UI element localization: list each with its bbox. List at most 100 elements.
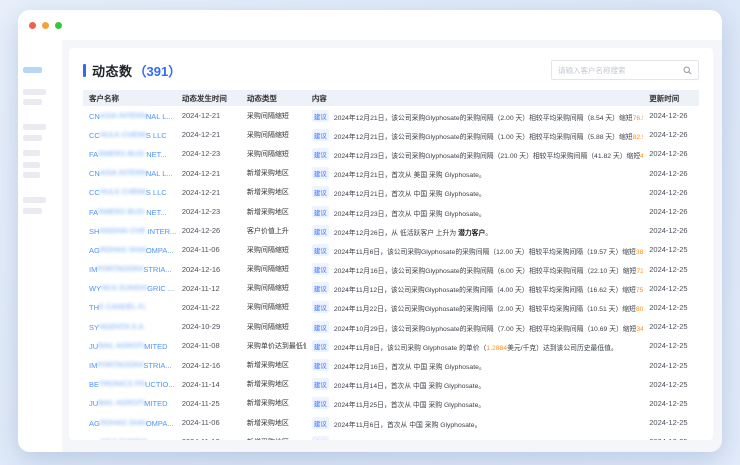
customer-name-link[interactable]: WYNCA SUNSHINE AGRIC ... [83, 279, 176, 298]
suggestion-badge[interactable]: 建议 [312, 167, 329, 179]
customer-name-prefix: WY [89, 284, 101, 293]
customer-name-masked: BAIL AGROTEC LI [98, 341, 144, 351]
event-type: 新增采购地区 [241, 413, 306, 432]
update-date: 2024-12-26 [643, 164, 699, 183]
content-segment: 49.79% [640, 153, 643, 160]
dynamics-table: 客户名称 动态发生时间 动态类型 内容 更新时间 CNASIA INTERNAT… [83, 90, 699, 440]
customer-name-suffix: NAL L... [146, 169, 173, 178]
customer-name-link[interactable]: CNASIA INTERNATIONAL L... [83, 164, 176, 183]
event-content: 建议2024年12月16日，该公司采购Glyphosate的采购间隔（6.00 … [306, 260, 643, 279]
customer-name-masked: PORTADORA INDU [97, 360, 143, 370]
title-accent-bar [83, 64, 86, 77]
customer-name-link[interactable]: AGROHAS SHANG COMPA... [83, 240, 176, 259]
window-titlebar [18, 10, 722, 40]
content-segment: 1.2884 [486, 345, 507, 352]
customer-name-link[interactable]: JUBAIL AGROTEC LIMITED [83, 394, 176, 413]
suggestion-badge[interactable]: 建议 [312, 110, 329, 122]
customer-name-suffix: OMPA... [146, 419, 174, 428]
suggestion-badge[interactable]: 建议 [312, 148, 329, 160]
event-date: 2024-11-06 [176, 240, 241, 259]
customer-name-suffix: STRIA... [143, 361, 171, 370]
customer-name-link[interactable]: AGROHAS SHANG COMPA... [83, 413, 176, 432]
suggestion-badge[interactable]: 建议 [312, 359, 329, 371]
suggestion-badge[interactable]: 建议 [312, 340, 329, 352]
table-row: AGROHAS SHANG COMPA...2024-11-06采购间隔缩短建议… [83, 240, 699, 259]
sidebar-item[interactable] [23, 162, 40, 168]
sidebar-item-active[interactable] [23, 67, 42, 73]
search-icon[interactable] [683, 66, 692, 75]
update-date: 2024-12-25 [643, 336, 699, 355]
customer-name-link[interactable]: SHANGHAI CHEM CO INTER... [83, 221, 176, 240]
suggestion-badge[interactable]: 建议 [312, 282, 329, 294]
customer-name-link[interactable]: FARMERS BUSINESS NET... [83, 144, 176, 163]
customer-name-masked: E CANDEL FZE [99, 302, 145, 312]
customer-name-link[interactable]: FARMERS BUSINESS NET... [83, 202, 176, 221]
customer-search-box[interactable] [551, 60, 699, 80]
content-segment: 2024年12月23日，该公司采购Glyphosate的采购间隔（21.00 天… [334, 153, 640, 160]
customer-name-link[interactable]: THE CANDEL FZE [83, 298, 176, 317]
minimize-window-icon[interactable] [42, 22, 49, 29]
customer-name-link[interactable]: CNASIA INTERNATIONAL L... [83, 106, 176, 125]
suggestion-badge[interactable]: 建议 [312, 225, 329, 237]
suggestion-badge[interactable]: 建议 [312, 186, 329, 198]
event-date: 2024-12-23 [176, 144, 241, 163]
table-row: IMPORTADORA INDUSTRIA...2024-12-16新增采购地区… [83, 355, 699, 374]
event-date: 2024-12-21 [176, 183, 241, 202]
sidebar-item[interactable] [23, 197, 46, 203]
update-date: 2024-12-26 [643, 144, 699, 163]
sidebar-item[interactable] [23, 172, 40, 178]
update-date: 2024-12-26 [643, 202, 699, 221]
table-row: FARMERS BUSINESS NET...2024-12-23新增采购地区建… [83, 202, 699, 221]
customer-name-link[interactable]: BETRONICS PRODUCTIO... [83, 375, 176, 394]
content-segment: 34.54% [636, 326, 643, 333]
suggestion-badge[interactable]: 建议 [312, 397, 329, 409]
sidebar-item[interactable] [23, 124, 46, 130]
customer-name-link[interactable]: IMPORTADORA INDUSTRIA... [83, 260, 176, 279]
table-row: CNASIA INTERNATIONAL L...2024-12-21采购间隔缩… [83, 106, 699, 125]
search-input[interactable] [558, 66, 683, 75]
suggestion-badge[interactable]: 建议 [312, 129, 329, 141]
customer-name-link[interactable]: IMPORTADORA INDUSTRIA... [83, 355, 176, 374]
content-segment: 2024年12月21日，首次从 中国 采购 Glyphosate。 [334, 191, 486, 198]
event-date: 2024-11-25 [176, 394, 241, 413]
sidebar-item[interactable] [23, 135, 42, 141]
customer-name-masked: PORTADORA INDU [97, 264, 143, 274]
customer-name-masked: TRONICS PROD [99, 379, 145, 389]
close-window-icon[interactable] [29, 22, 36, 29]
event-content: 建议2024年12月16日，首次从 中国 采购 Glyphosate。 [306, 355, 643, 374]
customer-name-suffix: S LLC [146, 188, 167, 197]
sidebar-item[interactable] [23, 150, 40, 156]
suggestion-badge[interactable]: 建议 [312, 206, 329, 218]
customer-name-link[interactable]: WYNCA SUNSHINE AGRIC ... [83, 432, 176, 440]
maximize-window-icon[interactable] [55, 22, 62, 29]
content-segment: 2024年11月22日，该公司采购Glyphosate的采购间隔（2.00 天）… [334, 306, 636, 313]
suggestion-badge[interactable]: 建议 [312, 321, 329, 333]
customer-name-link[interactable]: JUBAIL AGROTEC LIMITED [83, 336, 176, 355]
customer-name-prefix: SY [89, 323, 99, 332]
customer-name-link[interactable]: SYNGENTA S.A. [83, 317, 176, 336]
event-type: 采购单价达到最低值 [241, 336, 306, 355]
suggestion-badge[interactable]: 建议 [312, 263, 329, 275]
col-header-event-type: 动态类型 [241, 90, 306, 106]
event-type: 新增采购地区 [241, 164, 306, 183]
suggestion-badge[interactable]: 建议 [312, 301, 329, 313]
update-date: 2024-12-25 [643, 260, 699, 279]
traffic-lights [29, 22, 62, 29]
customer-name-link[interactable]: CCHULK CHEMICALS LLC [83, 183, 176, 202]
table-row: AGROHAS SHANG COMPA...2024-11-06新增采购地区建议… [83, 413, 699, 432]
sidebar-item[interactable] [23, 89, 46, 95]
customer-name-link[interactable]: CCHULK CHEMICALS LLC [83, 125, 176, 144]
sidebar-item[interactable] [23, 99, 42, 105]
content-segment: 82.98% [633, 134, 644, 141]
suggestion-badge[interactable]: 建议 [312, 417, 329, 429]
update-date: 2024-12-25 [643, 394, 699, 413]
customer-name-prefix: FA [89, 208, 98, 217]
suggestion-badge[interactable]: 建议 [312, 378, 329, 390]
sidebar-item[interactable] [23, 208, 42, 214]
event-date: 2024-12-21 [176, 106, 241, 125]
content-segment: 潜力客户 [458, 230, 485, 237]
suggestion-badge[interactable]: 建议 [312, 244, 329, 256]
suggestion-badge[interactable]: 建议 [312, 436, 329, 440]
content-segment: 美元/千克）达到该公司历史最低值。 [507, 345, 618, 352]
event-type: 新增采购地区 [241, 183, 306, 202]
